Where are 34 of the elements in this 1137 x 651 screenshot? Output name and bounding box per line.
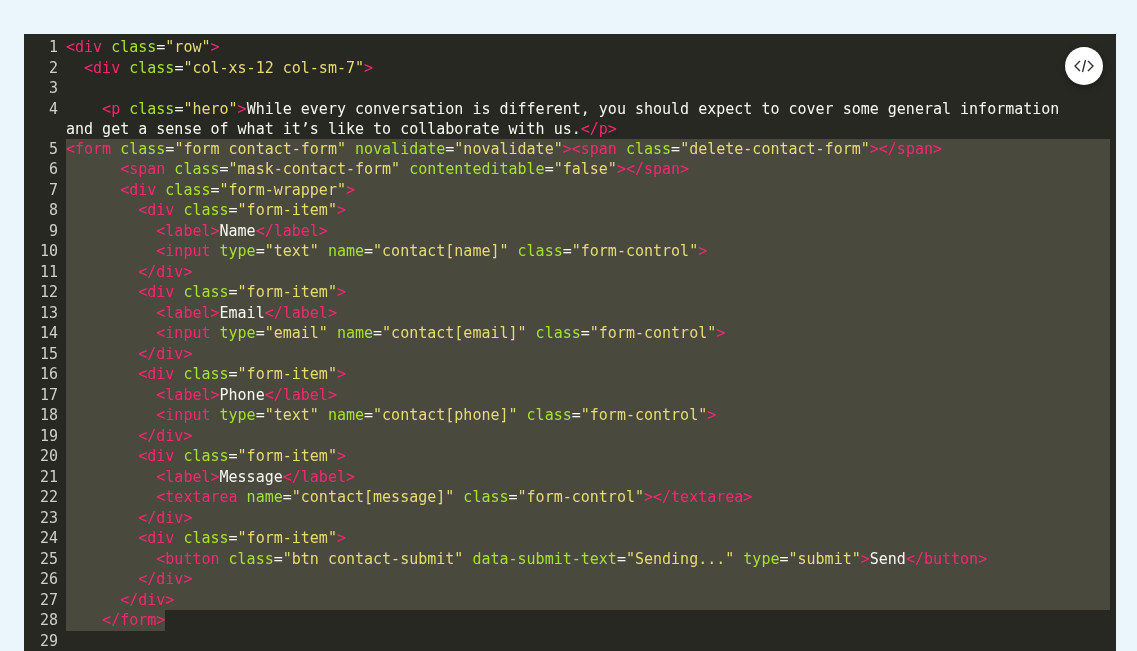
line-number: 27 — [38, 589, 58, 610]
line-number: 11 — [38, 261, 58, 282]
line-number: 23 — [38, 507, 58, 528]
code-icon — [1074, 59, 1094, 73]
line-number: 4 — [47, 98, 58, 119]
line-number: 10 — [38, 241, 58, 262]
line-number: 22 — [38, 487, 58, 508]
line-number: 5 — [47, 138, 58, 159]
line-number: 18 — [38, 405, 58, 426]
line-number: 3 — [47, 78, 58, 99]
line-number: 20 — [38, 446, 58, 467]
line-number: 8 — [47, 200, 58, 221]
line-number: 16 — [38, 364, 58, 385]
line-number: 13 — [38, 302, 58, 323]
line-number: 15 — [38, 343, 58, 364]
code-line: <p class="hero">While every conversation is different, you should expect to cover some general information and get a sense of what it’s like to collaborate with us.</p> — [66, 98, 1060, 140]
line-number: 14 — [38, 323, 58, 344]
line-number: 17 — [38, 384, 58, 405]
view-code-button[interactable] — [1065, 47, 1103, 85]
line-number: 19 — [38, 425, 58, 446]
line-number: 2 — [47, 57, 58, 78]
line-number: 7 — [47, 179, 58, 200]
line-number: 12 — [38, 282, 58, 303]
line-number: 29 — [38, 630, 58, 651]
line-number: 6 — [47, 159, 58, 180]
line-number: 26 — [38, 569, 58, 590]
line-number: 21 — [38, 466, 58, 487]
code-line: <div class="col-xs-12 col-sm-7"> — [83, 57, 374, 78]
line-number: 25 — [38, 548, 58, 569]
line-number: 24 — [38, 528, 58, 549]
line-number: 1 — [47, 37, 58, 58]
line-number: 28 — [38, 610, 58, 631]
code-line: <div class="row"> — [66, 37, 220, 58]
line-number: 9 — [47, 220, 58, 241]
